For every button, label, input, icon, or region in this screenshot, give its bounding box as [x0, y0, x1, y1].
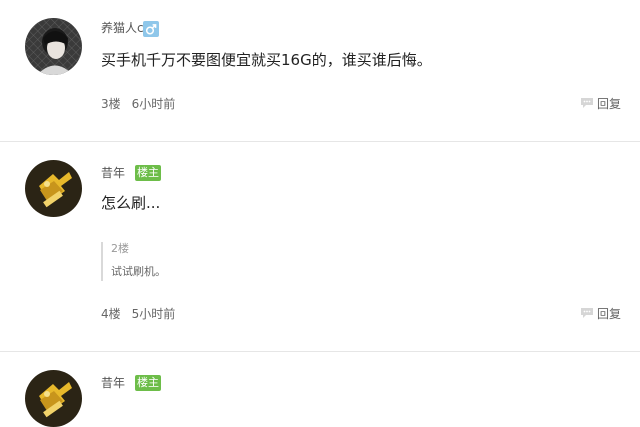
avatar[interactable] — [25, 160, 82, 217]
avatar[interactable] — [25, 370, 82, 427]
username[interactable]: 昔年 — [101, 376, 125, 390]
quote-text: 试试刷机。 — [111, 265, 166, 278]
reply-label: 回复 — [597, 307, 622, 321]
username[interactable]: 养猫人c — [101, 21, 144, 35]
username[interactable]: 昔年 — [101, 166, 125, 180]
reply-button[interactable]: 回复 — [580, 97, 621, 111]
post-content: 怎么刷... — [101, 194, 161, 212]
floor-number: 4楼 — [101, 307, 121, 321]
quoted-reply[interactable]: 2楼 试试刷机。 — [101, 242, 166, 281]
owner-badge: 楼主 — [135, 375, 161, 391]
avatar[interactable] — [25, 18, 82, 75]
post-time: 6小时前 — [131, 97, 176, 111]
post-meta: 3楼 6小时前 — [101, 97, 175, 111]
owner-badge: 楼主 — [135, 165, 161, 181]
male-icon — [143, 21, 159, 37]
divider — [0, 351, 640, 352]
post-content: 买手机千万不要图便宜就买16G的，谁买谁后悔。 — [101, 51, 432, 69]
comment-icon — [581, 98, 593, 108]
reply-button[interactable]: 回复 — [580, 307, 621, 321]
reply-label: 回复 — [597, 97, 622, 111]
post-time: 5小时前 — [131, 307, 176, 321]
divider — [0, 141, 640, 142]
comment-icon — [581, 308, 593, 318]
post-meta: 4楼 5小时前 — [101, 307, 175, 321]
floor-number: 3楼 — [101, 97, 121, 111]
quote-floor: 2楼 — [111, 242, 129, 255]
